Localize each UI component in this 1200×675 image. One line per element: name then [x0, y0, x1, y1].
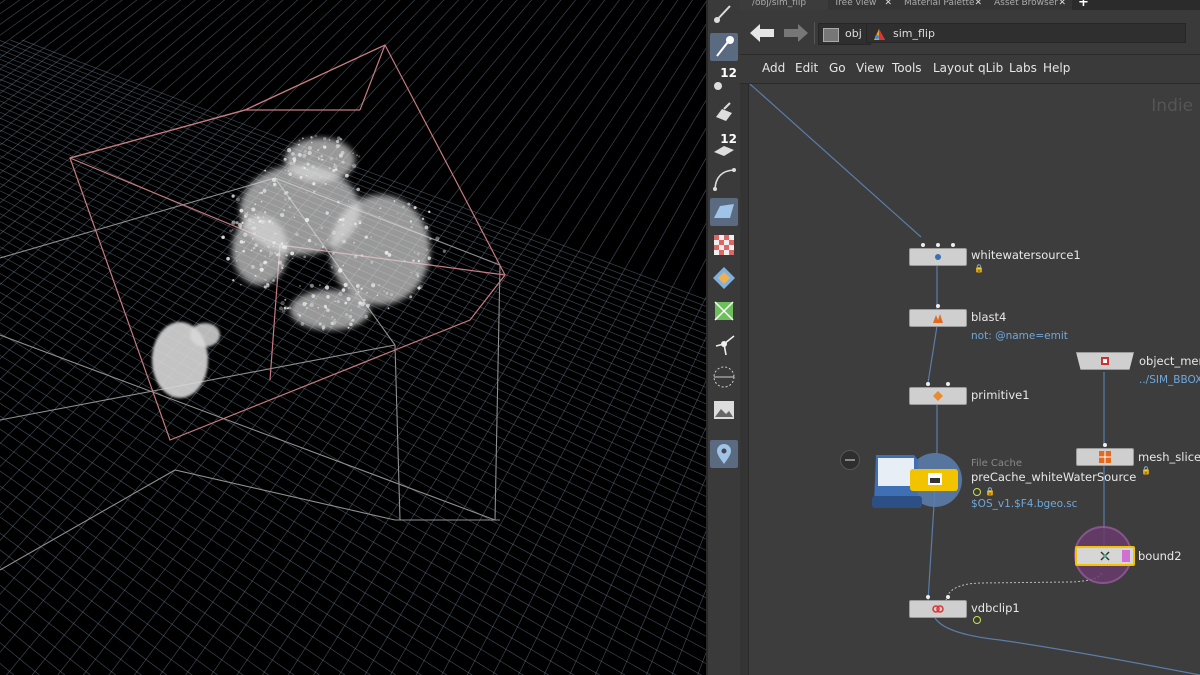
tab-label: Tree view — [834, 0, 877, 8]
menu-add[interactable]: Add — [762, 55, 785, 81]
tab-label: Asset Browser — [994, 0, 1058, 8]
menu-view[interactable]: View — [856, 55, 884, 81]
node-comment: ../SIM_BBOX — [1139, 374, 1200, 386]
lock-icon: 🔒 — [1141, 466, 1151, 475]
tool-badge: 12 — [720, 132, 737, 146]
node-wires — [749, 84, 1200, 675]
node-label: bound2 — [1138, 549, 1182, 563]
node-label: vdbclip1 — [971, 601, 1020, 615]
tab-label: Material Palette — [904, 0, 975, 8]
bypass-toggle[interactable] — [840, 450, 860, 470]
tab-tree-view[interactable]: Tree view ✕ — [828, 0, 898, 10]
node-whitewatersource[interactable] — [909, 243, 967, 266]
pivot-icon[interactable] — [710, 330, 738, 358]
tab-obj-sim-flip[interactable]: /obj/sim_flip — [740, 0, 828, 10]
brush-paint-icon[interactable] — [710, 33, 738, 61]
file-cache-icon — [872, 453, 962, 508]
scene-viewport[interactable] — [0, 0, 706, 675]
whitewater-cloud — [152, 138, 430, 398]
mesh-slice-icon — [1099, 451, 1111, 463]
display-flag-icon[interactable] — [973, 616, 981, 624]
paint-dot-icon[interactable]: 12 — [710, 66, 738, 94]
path-bar: obj sim_flip — [740, 10, 1200, 55]
node-blast[interactable] — [909, 304, 967, 327]
sphere-icon[interactable] — [710, 363, 738, 391]
network-editor-canvas[interactable]: Indie Ed whitewatersource1 🔒 — [740, 84, 1200, 675]
diamond-icon[interactable] — [710, 264, 738, 292]
smudge-icon[interactable] — [710, 99, 738, 127]
primitive-icon — [933, 391, 943, 401]
checker-icon[interactable] — [710, 231, 738, 259]
menu-bar: Add Edit Go View Tools Layout qLib Labs … — [740, 55, 1200, 84]
menu-edit[interactable]: Edit — [795, 55, 818, 81]
back-arrow-icon[interactable] — [748, 22, 776, 44]
tab-label: /obj/sim_flip — [752, 0, 807, 8]
menu-labs[interactable]: Labs — [1009, 55, 1037, 81]
breadcrumb-obj[interactable]: obj — [818, 23, 871, 45]
pane-tabs: /obj/sim_flip Tree view ✕ Material Palet… — [740, 0, 1200, 10]
forward-arrow-icon[interactable] — [782, 22, 810, 44]
curve-icon[interactable] — [710, 165, 738, 193]
node-label: mesh_slice1 — [1138, 450, 1200, 464]
breadcrumb-sim-flip[interactable]: sim_flip — [866, 23, 1186, 43]
node-comment: not: @name=emit — [971, 330, 1068, 342]
close-icon[interactable]: ✕ — [884, 0, 892, 10]
node-primitive[interactable] — [909, 382, 967, 405]
add-tab-button[interactable]: + — [1078, 0, 1098, 10]
image-icon[interactable] — [710, 396, 738, 424]
node-label: preCache_whiteWaterSource — [971, 470, 1137, 484]
separator — [814, 22, 815, 44]
menu-help[interactable]: Help — [1043, 55, 1070, 81]
object-merge-icon — [1101, 357, 1109, 365]
bound-icon — [1100, 551, 1110, 561]
uv-icon[interactable] — [710, 297, 738, 325]
menu-layout[interactable]: Layout — [933, 55, 974, 81]
node-label: blast4 — [971, 310, 1007, 324]
menu-qlib[interactable]: qLib — [978, 55, 1003, 81]
node-object-merge[interactable] — [1076, 352, 1134, 370]
node-type-label: File Cache — [971, 458, 1023, 469]
tab-material-palette[interactable]: Material Palette ✕ — [898, 0, 988, 10]
close-icon[interactable]: ✕ — [974, 0, 982, 10]
node-label: object_mer — [1139, 354, 1200, 368]
obj-icon — [823, 28, 839, 42]
menu-go[interactable]: Go — [829, 55, 846, 81]
node-vdbclip[interactable] — [909, 595, 967, 618]
sim-flip-icon — [872, 27, 887, 42]
node-comment: $OS_v1.$F4.bgeo.sc — [971, 498, 1078, 510]
close-icon[interactable]: ✕ — [1058, 0, 1066, 10]
network-gutter — [740, 84, 749, 675]
node-bound[interactable] — [1075, 546, 1135, 566]
vdb-clip-icon — [932, 605, 944, 613]
brush-stroke-icon[interactable] — [710, 0, 738, 28]
pin-icon[interactable] — [710, 440, 738, 468]
node-mesh-slice[interactable] — [1076, 443, 1134, 466]
display-flag[interactable] — [1122, 550, 1130, 562]
menu-tools[interactable]: Tools — [892, 55, 922, 81]
blast-icon — [933, 314, 943, 323]
tab-asset-browser[interactable]: Asset Browser ✕ — [988, 0, 1072, 10]
source-icon — [935, 254, 941, 260]
node-label: whitewatersource1 — [971, 248, 1081, 262]
lock-icon: 🔒 — [985, 487, 995, 496]
node-filecache[interactable] — [870, 452, 970, 512]
plane-icon[interactable] — [710, 198, 738, 226]
shelf-toolbar: 12 12 — [708, 0, 740, 675]
network-pane: /obj/sim_flip Tree view ✕ Material Palet… — [740, 0, 1200, 675]
tool-badge: 12 — [720, 66, 737, 80]
viewport-canvas[interactable] — [0, 0, 706, 675]
node-label: primitive1 — [971, 388, 1030, 402]
breadcrumb-label: obj — [845, 27, 862, 40]
display-flag-icon[interactable] — [973, 488, 981, 496]
ground-grid — [0, 0, 706, 675]
layer-paint-icon[interactable]: 12 — [710, 132, 738, 160]
breadcrumb-label: sim_flip — [893, 27, 935, 40]
lock-icon: 🔒 — [974, 264, 984, 273]
